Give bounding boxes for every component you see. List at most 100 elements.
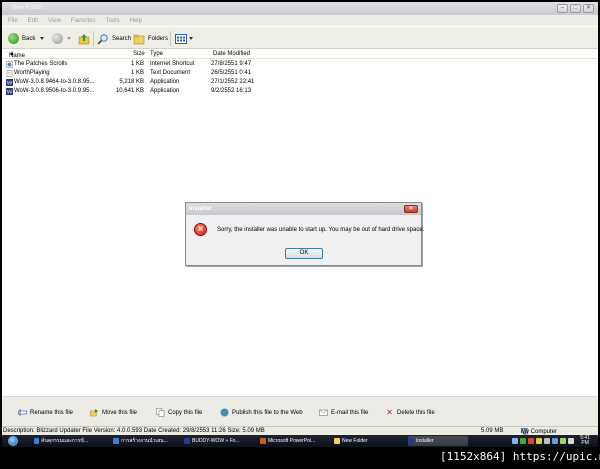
file-size: 1 KB [130, 70, 144, 76]
column-name[interactable]: Name ▲ [9, 51, 25, 59]
file-size: 1 KB [130, 61, 144, 67]
back-arrow-icon [8, 33, 19, 44]
delete-file-button[interactable]: ✕ Delete this file [385, 408, 435, 417]
taskbar-item[interactable]: New Folder [334, 436, 396, 446]
wow-application-icon [6, 79, 13, 86]
column-name-label: Name [9, 53, 26, 59]
column-type[interactable]: Type [150, 51, 163, 57]
menu-view[interactable]: View [48, 18, 61, 24]
window-title-bar[interactable]: New Folder – □ ✕ [2, 2, 598, 15]
column-size[interactable]: Size [133, 51, 145, 57]
taskbar-item-label: Microsoft PowerPoi... [268, 438, 316, 444]
window-app-icon [34, 438, 40, 444]
wow-application-icon [408, 438, 414, 444]
tray-icon[interactable] [560, 438, 566, 444]
file-type: Application [150, 79, 180, 85]
tray-icon[interactable] [536, 438, 542, 444]
tray-icon[interactable] [544, 438, 550, 444]
taskbar: ค้นคุกรรมและการข้... การสร้างงานนำเสน...… [2, 435, 598, 447]
powerpoint-icon [260, 438, 266, 444]
dialog-close-button[interactable]: ✕ [404, 205, 418, 213]
rename-file-button[interactable]: Rename this file [18, 408, 73, 417]
volume-icon[interactable] [568, 438, 574, 444]
tray-icon[interactable] [512, 438, 518, 444]
menu-tools[interactable]: Tools [106, 18, 120, 24]
globe-icon [220, 408, 229, 417]
close-button[interactable]: ✕ [583, 4, 594, 13]
clock-period: PM [581, 440, 589, 446]
column-header: Name ▲ Size Type Date Modified [2, 49, 598, 59]
dialog-message: Sorry, the installer was unable to start… [217, 227, 425, 233]
dialog-title-bar[interactable]: Installer ✕ [186, 203, 421, 215]
file-name: WoW-3.0.8.9506-to-3.0.9.95... [14, 88, 95, 94]
copy-file-button[interactable]: Copy this file [156, 408, 202, 417]
tray-icon[interactable] [528, 438, 534, 444]
taskbar-item[interactable]: BUDDY-WOW » Fo... [184, 436, 252, 446]
views-button[interactable] [175, 32, 193, 45]
wow-application-icon [6, 88, 13, 95]
tray-icon[interactable] [520, 438, 526, 444]
taskbar-item-label: BUDDY-WOW » Fo... [192, 438, 240, 444]
taskbar-item[interactable]: Microsoft PowerPoi... [260, 436, 326, 446]
folders-button[interactable]: Folders [133, 32, 168, 45]
back-button[interactable]: Back [8, 32, 35, 45]
menu-favorites[interactable]: Favorites [71, 18, 96, 24]
window-title: New Folder [12, 5, 43, 11]
back-dropdown[interactable] [40, 32, 44, 45]
tray-icon[interactable] [552, 438, 558, 444]
menu-bar: File Edit View Favorites Tools Help [2, 15, 598, 26]
ok-button[interactable]: OK [285, 248, 323, 259]
search-button[interactable]: Search [97, 32, 131, 45]
window-controls: – □ ✕ [557, 4, 594, 13]
file-row[interactable]: WoW-3.0.8.9464-to-3.0.8.95... 5,218 KB A… [2, 78, 598, 87]
file-row[interactable]: The Patches Scrolls 1 KB Internet Shortc… [2, 60, 598, 69]
start-button[interactable] [6, 435, 20, 447]
menu-edit[interactable]: Edit [28, 18, 38, 24]
text-document-icon [6, 70, 13, 77]
chevron-down-icon [40, 37, 44, 40]
rename-label: Rename this file [30, 409, 74, 416]
publish-label: Publish this file to the Web [232, 409, 303, 416]
file-date: 27/1/2552 22:41 [211, 79, 255, 85]
menu-file[interactable]: File [8, 18, 18, 24]
toolbar-separator [93, 31, 94, 46]
taskbar-item[interactable]: การสร้างงานนำเสน... [113, 436, 177, 446]
error-icon: ✕ [194, 223, 207, 236]
taskbar-item[interactable]: ค้นคุกรรมและการข้... [34, 436, 88, 446]
taskbar-item-label: New Folder [342, 438, 368, 444]
folder-icon [334, 438, 340, 444]
email-label: E-mail this file [331, 409, 369, 416]
status-description: Description: Blizzard Updater File Versi… [3, 428, 265, 434]
toolbar: Back Search Folders [2, 26, 598, 49]
column-date-modified[interactable]: Date Modified [213, 51, 250, 57]
file-row[interactable]: WoW-3.0.8.9506-to-3.0.9.95... 10,641 KB … [2, 87, 598, 96]
menu-help[interactable]: Help [130, 18, 142, 24]
email-icon [319, 409, 328, 416]
search-icon [97, 33, 108, 45]
image-caption: [1152x864] https://upic.me/ [440, 450, 600, 463]
views-icon [175, 33, 187, 44]
publish-file-button[interactable]: Publish this file to the Web [220, 408, 303, 417]
email-file-button[interactable]: E-mail this file [319, 408, 368, 417]
file-size: 10,641 KB [115, 88, 144, 94]
taskbar-item-active[interactable]: Installer [408, 436, 468, 446]
taskbar-item-label: Installer [416, 438, 434, 444]
file-row[interactable]: WorthPlaying 1 KB Text Document 26/5/255… [2, 69, 598, 78]
copy-label: Copy this file [168, 409, 203, 416]
maximize-button[interactable]: □ [570, 4, 581, 13]
forward-dropdown[interactable] [67, 32, 71, 45]
minimize-button[interactable]: – [557, 4, 568, 13]
move-label: Move this file [102, 409, 138, 416]
delete-icon: ✕ [386, 408, 393, 417]
up-folder-icon [78, 33, 90, 44]
forward-button[interactable] [52, 32, 63, 45]
move-icon [90, 409, 99, 417]
file-date: 27/8/2551 9:47 [211, 61, 252, 67]
up-folder-button[interactable] [78, 32, 90, 45]
installer-dialog: Installer ✕ ✕ Sorry, the installer was u… [185, 202, 425, 266]
file-tasks-bar: Rename this file Move this file Copy thi… [2, 396, 598, 426]
move-file-button[interactable]: Move this file [90, 408, 137, 417]
delete-label: Delete this file [397, 409, 435, 416]
folders-label: Folders [148, 35, 169, 42]
clock[interactable]: 5:41 PM [580, 436, 590, 446]
